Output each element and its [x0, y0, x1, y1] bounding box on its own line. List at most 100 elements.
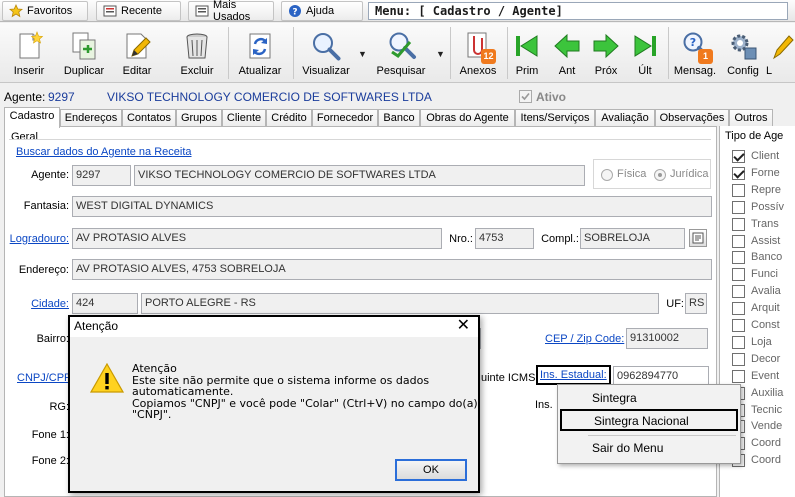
- agent-header-label: Agente:: [4, 90, 46, 104]
- rg-label: RG:: [49, 401, 69, 413]
- tab-cadastro[interactable]: Cadastro: [4, 107, 60, 128]
- cep-link[interactable]: CEP / Zip Code:: [545, 333, 624, 345]
- tipo-agente-checkbox[interactable]: [732, 251, 745, 265]
- agent-header-code: 9297: [48, 90, 75, 104]
- tipo-agente-checkbox[interactable]: [732, 150, 745, 163]
- tab-cliente[interactable]: Cliente: [222, 109, 266, 127]
- excluir-button[interactable]: Excluir: [176, 25, 218, 81]
- compl-field[interactable]: SOBRELOJA: [580, 228, 685, 249]
- tipo-agente-checkbox[interactable]: [732, 166, 745, 180]
- fisica-radio[interactable]: [601, 169, 613, 181]
- mais-usados-button[interactable]: Mais Usados: [188, 0, 274, 23]
- cep-field[interactable]: 91310002: [626, 328, 708, 349]
- ult-button[interactable]: Últ: [629, 25, 661, 81]
- tipo-agente-checkbox[interactable]: [732, 200, 745, 214]
- tipo-agente-label: Forne: [751, 166, 780, 179]
- mensag-label: Mensag.: [673, 65, 717, 77]
- ativo-label: Ativo: [536, 90, 566, 104]
- ins-estadual-context-menu: Sintegra Sintegra Nacional Sair do Menu: [557, 384, 741, 464]
- visualizar-button[interactable]: Visualizar: [300, 25, 352, 81]
- nro-field[interactable]: 4753: [475, 228, 534, 249]
- visualizar-dropdown-arrow-icon[interactable]: ▼: [358, 49, 367, 59]
- tab-enderecos[interactable]: Endereços: [60, 109, 122, 127]
- fantasia-field[interactable]: WEST DIGITAL DYNAMICS: [72, 196, 712, 217]
- ativo-checkbox[interactable]: [519, 90, 532, 103]
- tipo-agente-label: Auxilia: [751, 386, 784, 399]
- ajuda-button[interactable]: ? Ajuda: [281, 1, 363, 21]
- anexos-button[interactable]: 12 Anexos: [457, 25, 499, 81]
- top-bar: Favoritos Recente Mais Usados ? Ajuda Me…: [0, 0, 795, 23]
- toolbar-separator: [507, 27, 508, 79]
- tab-credito[interactable]: Crédito: [266, 109, 312, 127]
- tipo-agente-checkbox[interactable]: [732, 183, 745, 197]
- tab-outros[interactable]: Outros: [729, 109, 773, 127]
- ok-button[interactable]: OK: [395, 459, 467, 481]
- next-record-icon: [590, 30, 622, 62]
- agente-code-field[interactable]: 9297: [72, 165, 131, 186]
- inserir-button[interactable]: Inserir: [8, 25, 50, 81]
- ant-button[interactable]: Ant: [551, 25, 583, 81]
- cidade-field[interactable]: PORTO ALEGRE - RS: [141, 293, 659, 314]
- tab-avaliacao[interactable]: Avaliação: [595, 109, 655, 127]
- menu-item-sintegra[interactable]: Sintegra: [560, 388, 738, 410]
- inserir-label: Inserir: [13, 65, 45, 77]
- tipo-agente-checkbox[interactable]: [732, 335, 745, 349]
- prim-label: Prim: [515, 65, 539, 77]
- tipo-agente-checkbox[interactable]: [732, 268, 745, 282]
- edit-icon: [121, 30, 153, 62]
- cidade-link[interactable]: Cidade:: [5, 298, 69, 310]
- visualizar-label: Visualizar: [302, 65, 350, 77]
- mensag-button[interactable]: ? 1 Mensag.: [672, 25, 718, 81]
- toolbar-cut-button[interactable]: L: [766, 25, 795, 81]
- ins-estadual-link[interactable]: Ins. Estadual:: [536, 365, 611, 385]
- ajuda-label: Ajuda: [306, 5, 335, 17]
- anexos-label: Anexos: [459, 65, 497, 77]
- menu-item-sair-do-menu[interactable]: Sair do Menu: [560, 438, 738, 460]
- menu-item-sintegra-nacional[interactable]: Sintegra Nacional: [560, 409, 738, 431]
- tipo-agente-label: Loja: [751, 335, 772, 348]
- endereco-label: Endereço:: [18, 264, 69, 276]
- tipo-agente-label: Tecnic: [751, 403, 783, 416]
- favoritos-button[interactable]: Favoritos: [2, 1, 88, 21]
- tipo-agente-checkbox[interactable]: [732, 217, 745, 231]
- tab-itens-servicos[interactable]: Itens/Serviços: [515, 109, 595, 127]
- tipo-agente-checkbox[interactable]: [732, 352, 745, 366]
- logradouro-link[interactable]: Logradouro:: [5, 233, 69, 245]
- config-button[interactable]: Config: [724, 25, 762, 81]
- fantasia-label: Fantasia:: [23, 200, 69, 212]
- tab-obras-do-agente[interactable]: Obras do Agente: [420, 109, 515, 127]
- tab-banco[interactable]: Banco: [378, 109, 420, 127]
- star-icon: [8, 4, 24, 18]
- complemento-lookup-button[interactable]: [689, 229, 707, 247]
- recente-button[interactable]: Recente: [96, 1, 181, 21]
- tipo-agente-checkbox[interactable]: [732, 369, 745, 383]
- tab-grupos[interactable]: Grupos: [176, 109, 222, 127]
- pesquisar-button[interactable]: Pesquisar: [372, 25, 430, 81]
- close-icon[interactable]: ✕: [457, 317, 470, 335]
- pesquisar-dropdown-arrow-icon[interactable]: ▼: [436, 49, 445, 59]
- cidade-code-field[interactable]: 424: [72, 293, 138, 314]
- tipo-agente-checkbox[interactable]: [732, 285, 745, 299]
- buscar-receita-link[interactable]: Buscar dados do Agente na Receita: [16, 146, 192, 158]
- logradouro-field[interactable]: AV PROTASIO ALVES: [72, 228, 442, 249]
- tipo-agente-checkbox[interactable]: [732, 302, 745, 316]
- prim-button[interactable]: Prim: [511, 25, 543, 81]
- juridica-radio[interactable]: [654, 169, 666, 181]
- compl-label: Compl.:: [541, 233, 579, 245]
- fone1-label: Fone 1:: [31, 429, 69, 441]
- editar-button[interactable]: Editar: [116, 25, 158, 81]
- cnpj-cpf-link[interactable]: CNPJ/CPF:: [17, 372, 74, 384]
- atualizar-button[interactable]: Atualizar: [236, 25, 284, 81]
- prox-button[interactable]: Próx: [590, 25, 622, 81]
- tab-fornecedor[interactable]: Fornecedor: [312, 109, 378, 127]
- tipo-agente-checkbox[interactable]: [732, 319, 745, 332]
- tab-observacoes[interactable]: Observações: [655, 109, 729, 127]
- dialog-title-bar: Atenção ✕: [70, 317, 478, 337]
- tipo-agente-label: Trans: [751, 217, 779, 230]
- duplicar-button[interactable]: Duplicar: [60, 25, 108, 81]
- agente-name-field[interactable]: VIKSO TECHNOLOGY COMERCIO DE SOFTWARES L…: [134, 165, 585, 186]
- uf-field[interactable]: RS: [685, 293, 707, 314]
- tipo-agente-label: Coord: [751, 437, 781, 450]
- tab-contatos[interactable]: Contatos: [122, 109, 176, 127]
- tipo-agente-checkbox[interactable]: [732, 234, 745, 248]
